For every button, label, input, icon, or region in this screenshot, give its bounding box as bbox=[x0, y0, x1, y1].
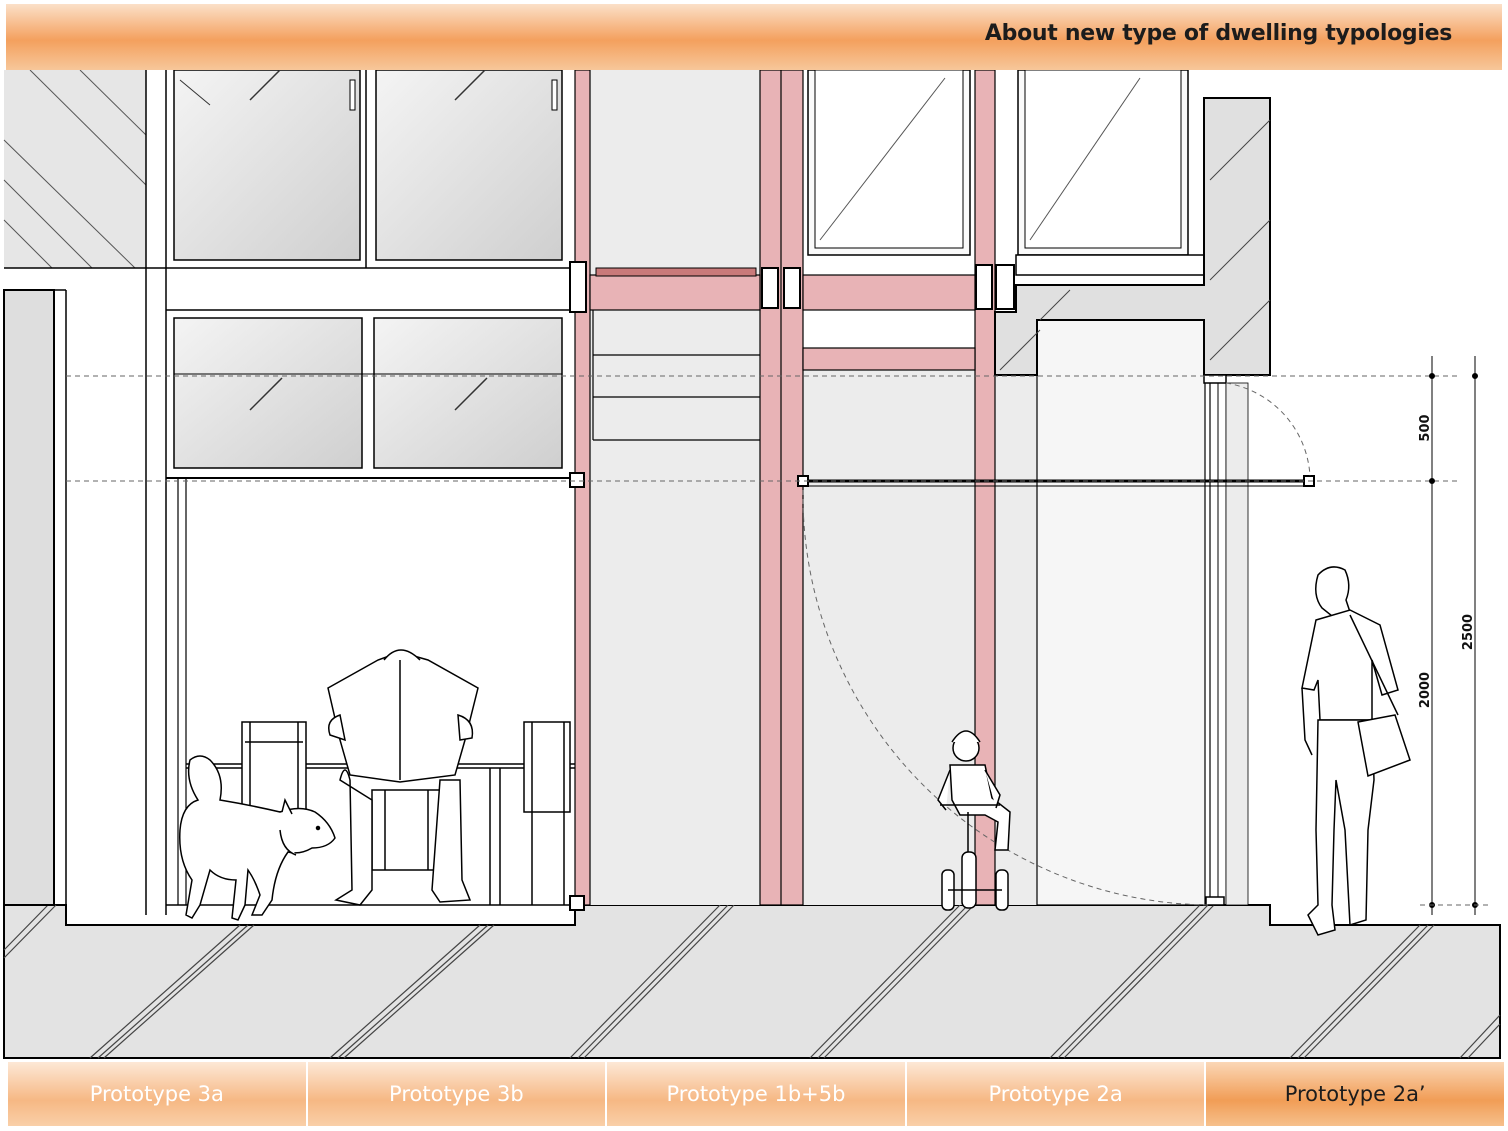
right-upper-windows bbox=[807, 70, 1205, 276]
upper-windows bbox=[173, 70, 563, 268]
tab-prototype-3a[interactable]: Prototype 3a bbox=[8, 1062, 308, 1126]
left-wall bbox=[3, 289, 55, 906]
person-reading-newspaper bbox=[327, 649, 479, 906]
dimension-2500: 2500 bbox=[1461, 614, 1476, 650]
section-drawing: 500 2000 2500 bbox=[3, 70, 1501, 1059]
tab-prototype-2a-prime[interactable]: Prototype 2a’ bbox=[1206, 1062, 1504, 1126]
middle-windows bbox=[173, 317, 563, 469]
page-title: About new type of dwelling typologies bbox=[984, 21, 1452, 46]
prototype-tabs: Prototype 3a Prototype 3b Prototype 1b+5… bbox=[8, 1062, 1504, 1126]
header-bar: About new type of dwelling typologies bbox=[6, 4, 1502, 70]
dimension-500: 500 bbox=[1418, 414, 1433, 441]
dimension-2000: 2000 bbox=[1418, 672, 1433, 708]
tab-prototype-1b-5b[interactable]: Prototype 1b+5b bbox=[607, 1062, 907, 1126]
entry-door-frame bbox=[1205, 382, 1249, 906]
central-shaft bbox=[590, 70, 760, 905]
standing-man bbox=[1301, 566, 1411, 936]
tab-prototype-3b[interactable]: Prototype 3b bbox=[307, 1062, 608, 1126]
ground-section bbox=[3, 904, 1501, 1059]
tab-prototype-2a[interactable]: Prototype 2a bbox=[906, 1062, 1207, 1126]
